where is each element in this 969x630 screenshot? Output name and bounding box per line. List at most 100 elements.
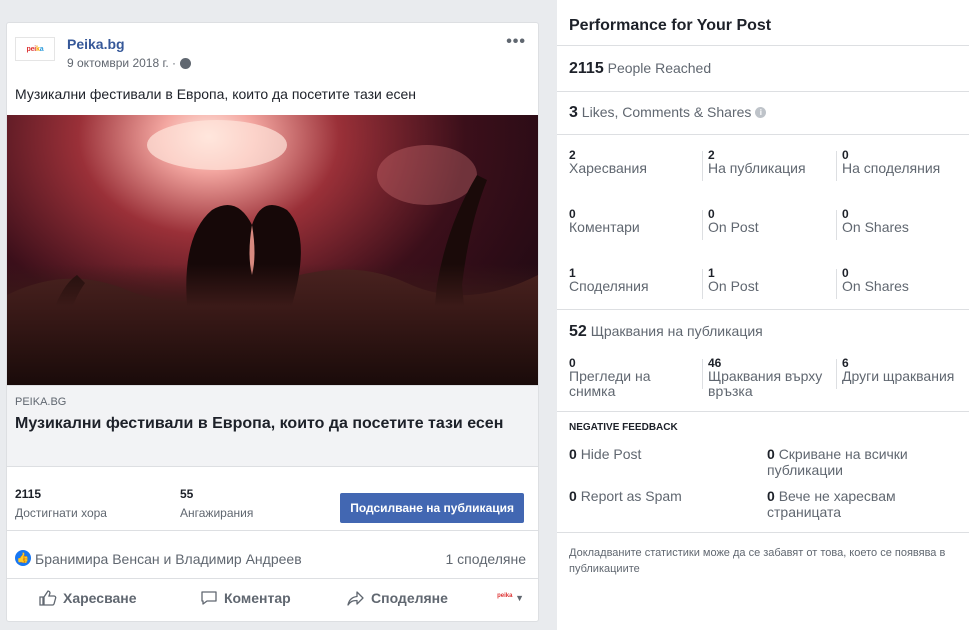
comments-total-label: Коментари [569,219,640,235]
hide-all-n: 0 [767,446,775,462]
reached-label: Достигнати хора [15,506,107,520]
post-card: pei k a Peika.bg 9 октомври 2018 г. · ••• … [6,22,539,622]
post-actions: Харесване Коментар Споделяне peika ▼ [7,584,538,620]
link-clicks: 46 Щраквания върху връзка [708,357,838,399]
spam-n: 0 [569,488,577,504]
likes-on-shares: 0 На споделяния [842,149,940,176]
post-header: pei k a Peika.bg 9 октомври 2018 г. · ••• [7,23,538,73]
hide-all-posts: 0 Скриване на всички публикации [767,446,957,478]
engagement-summary: 3 Likes, Comments & Shares i [569,104,767,122]
post-text: Музикални фестивали в Европа, които да п… [15,86,417,102]
photo-views: 0 Прегледи на снимка [569,357,689,399]
caret-icon: ▼ [515,593,524,603]
likes-total-label: Харесвания [569,160,647,176]
panel-title: Performance for Your Post [569,17,772,34]
hide-all-label: Скриване на всички публикации [767,446,908,478]
page-logo[interactable]: pei k a [15,37,55,61]
shares-on-post: 1 On Post [708,267,759,294]
likes-on-shares-label: На споделяния [842,160,941,176]
engagement-value: 3 [569,104,578,121]
shares-total: 1 Споделяния [569,267,649,294]
spam-label: Report as Spam [580,488,682,504]
comments-on-post-label: On Post [708,219,759,235]
divider [702,359,703,389]
stats-disclaimer: Докладваните статистики може да се забав… [569,547,946,575]
unlike-page: 0 Вече не харесвам страницата [767,488,957,520]
likes-total: 2 Харесвания [569,149,647,176]
other-clicks-label: Други щраквания [842,368,955,384]
reached-value: 2115 [15,487,42,501]
hide-post: 0 Hide Post [569,446,641,462]
shares-on-post-label: On Post [708,278,759,294]
post-photo[interactable] [7,115,538,385]
crowd-shade [7,263,538,385]
divider [557,411,969,412]
comment-label: Коментар [224,590,291,606]
divider [702,210,703,240]
divider [557,91,969,92]
like-icon: 👍 [15,550,31,566]
page-name[interactable]: Peika.bg [67,36,125,52]
hide-post-n: 0 [569,446,577,462]
reactor-names[interactable]: Бранимира Венсан и Владимир Андреев [35,551,302,567]
divider [836,210,837,240]
hide-post-label: Hide Post [580,446,642,462]
people-reached: 2115 People Reached [569,60,711,78]
boost-post-button[interactable]: Подсилване на публикация [340,493,524,523]
engagement-label: Likes, Comments & Shares [581,104,752,120]
unlike-label: Вече не харесвам страницата [767,488,896,520]
reached-stat: 2115 Достигнати хора [15,487,107,520]
comments-on-post: 0 On Post [708,208,759,235]
share-icon [347,591,364,606]
comment-button[interactable]: Коментар [200,590,291,606]
shares-on-shares-label: On Shares [842,278,909,294]
like-label: Харесване [63,590,137,606]
divider [557,134,969,135]
divider [836,151,837,181]
post-clicks: 52 Щраквания на публикация [569,323,763,341]
divider [557,309,969,310]
clicks-label: Щраквания на публикация [590,323,763,339]
link-domain: PEIKA.BG [15,396,67,408]
shares-count[interactable]: 1 споделяне [446,551,527,567]
divider [836,359,837,389]
post-date-text[interactable]: 9 октомври 2018 г. · [67,56,176,70]
post-stats: 2115 Достигнати хора 55 Ангажирания Подс… [7,481,538,531]
link-preview[interactable]: PEIKA.BG Музикални фестивали в Европа, к… [7,385,538,467]
comment-icon [201,591,217,605]
reactions-bar: 👍 Бранимира Венсан и Владимир Андреев 1 … [7,539,538,579]
reach-label: People Reached [607,60,712,76]
divider [557,45,969,46]
shares-on-shares: 0 On Shares [842,267,909,294]
comments-total: 0 Коментари [569,208,640,235]
clicks-value: 52 [569,323,587,340]
comments-on-shares: 0 On Shares [842,208,909,235]
divider [557,532,969,533]
other-clicks: 6 Други щраквания [842,357,962,384]
thumb-icon [39,590,57,606]
divider [702,151,703,181]
divider [702,269,703,299]
report-spam: 0 Report as Spam [569,488,682,504]
engagements-label: Ангажирания [180,506,254,520]
post-date: 9 октомври 2018 г. · [67,56,192,70]
unlike-n: 0 [767,488,775,504]
more-icon[interactable]: ••• [506,33,526,51]
info-icon[interactable]: i [755,107,767,118]
divider [836,269,837,299]
likes-on-post: 2 На публикация [708,149,806,176]
page-avatar-menu[interactable]: peika ▼ [497,593,524,603]
comments-on-shares-label: On Shares [842,219,909,235]
photo-views-label: Прегледи на снимка [569,368,651,399]
likes-on-post-label: На публикация [708,160,806,176]
share-label: Споделяне [371,590,448,606]
engagements-value: 55 [180,487,194,501]
shares-total-label: Споделяния [569,278,649,294]
like-button[interactable]: Харесване [39,590,137,606]
negative-feedback-title: NEGATIVE FEEDBACK [569,422,678,433]
globe-icon [180,57,192,69]
link-title[interactable]: Музикални фестивали в Европа, които да п… [15,413,515,435]
link-clicks-label: Щраквания върху връзка [708,368,823,399]
share-button[interactable]: Споделяне [347,590,448,606]
mini-logo: peika [497,593,513,599]
